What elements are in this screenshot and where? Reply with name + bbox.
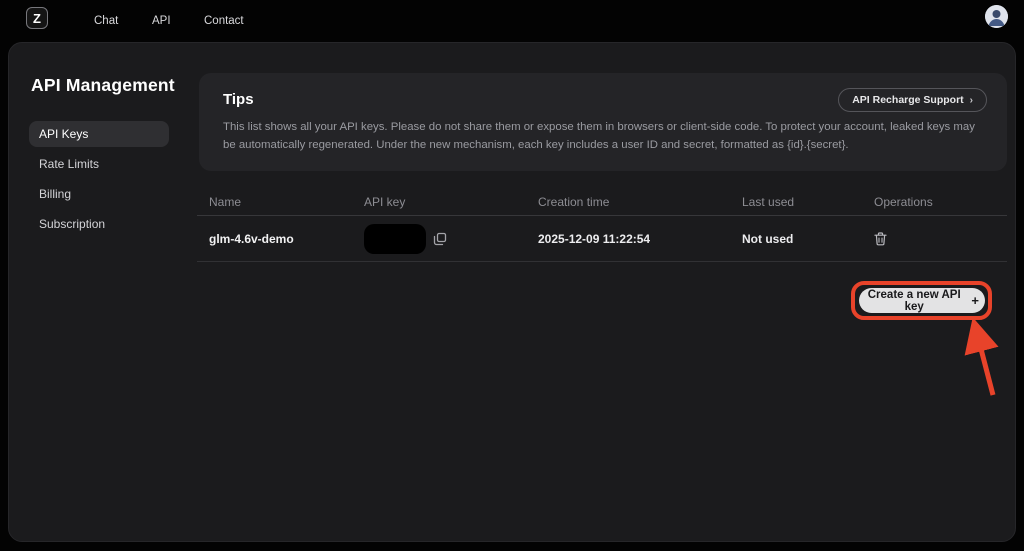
column-header-creation-time: Creation time	[526, 195, 730, 209]
column-header-name: Name	[197, 195, 352, 209]
brand-logo-letter: Z	[33, 11, 41, 26]
sidebar-item-subscription[interactable]: Subscription	[29, 211, 169, 237]
brand-logo[interactable]: Z	[26, 7, 48, 29]
sidebar-nav: API Keys Rate Limits Billing Subscriptio…	[29, 121, 169, 241]
api-recharge-support-label: API Recharge Support	[852, 94, 963, 106]
nav-link-api[interactable]: API	[152, 0, 171, 42]
copy-icon	[433, 232, 447, 246]
create-api-key-button[interactable]: Create a new API key +	[859, 288, 985, 313]
sidebar-item-rate-limits[interactable]: Rate Limits	[29, 151, 169, 177]
sidebar-item-api-keys[interactable]: API Keys	[29, 121, 169, 147]
tips-body-text: This list shows all your API keys. Pleas…	[223, 119, 983, 154]
plus-icon: +	[971, 293, 979, 308]
tips-card: Tips This list shows all your API keys. …	[199, 73, 1007, 171]
page-title: API Management	[31, 75, 175, 96]
table-row: glm-4.6v-demo 2025-12-09 11:22:54 Not us…	[197, 216, 1007, 262]
api-key-name: glm-4.6v-demo	[197, 232, 352, 246]
nav-link-contact[interactable]: Contact	[204, 0, 244, 42]
copy-api-key-button[interactable]	[433, 232, 447, 246]
column-header-api-key: API key	[352, 195, 526, 209]
annotation-arrow	[946, 316, 1008, 400]
main-panel: API Management API Keys Rate Limits Bill…	[8, 42, 1016, 542]
table-header-row: Name API key Creation time Last used Ope…	[197, 189, 1007, 216]
redacted-api-key	[364, 224, 426, 254]
chevron-right-icon: ›	[970, 95, 973, 106]
avatar-person-icon	[985, 5, 1008, 28]
create-api-key-label: Create a new API key	[865, 289, 963, 313]
api-key-operations-cell	[862, 232, 1007, 246]
sidebar-item-billing[interactable]: Billing	[29, 181, 169, 207]
delete-api-key-button[interactable]	[874, 232, 887, 246]
page: Z Chat API Contact API Management API Ke…	[0, 0, 1024, 551]
user-avatar[interactable]	[985, 5, 1008, 28]
api-key-creation-time: 2025-12-09 11:22:54	[526, 232, 730, 246]
trash-icon	[874, 232, 887, 246]
column-header-last-used: Last used	[730, 195, 862, 209]
top-nav: Z Chat API Contact	[0, 0, 1024, 42]
api-keys-table: Name API key Creation time Last used Ope…	[197, 189, 1007, 262]
column-header-operations: Operations	[862, 195, 1007, 209]
nav-link-chat[interactable]: Chat	[94, 0, 118, 42]
api-recharge-support-button[interactable]: API Recharge Support ›	[838, 88, 987, 112]
api-key-value-cell	[352, 224, 526, 254]
api-key-last-used: Not used	[730, 232, 862, 246]
